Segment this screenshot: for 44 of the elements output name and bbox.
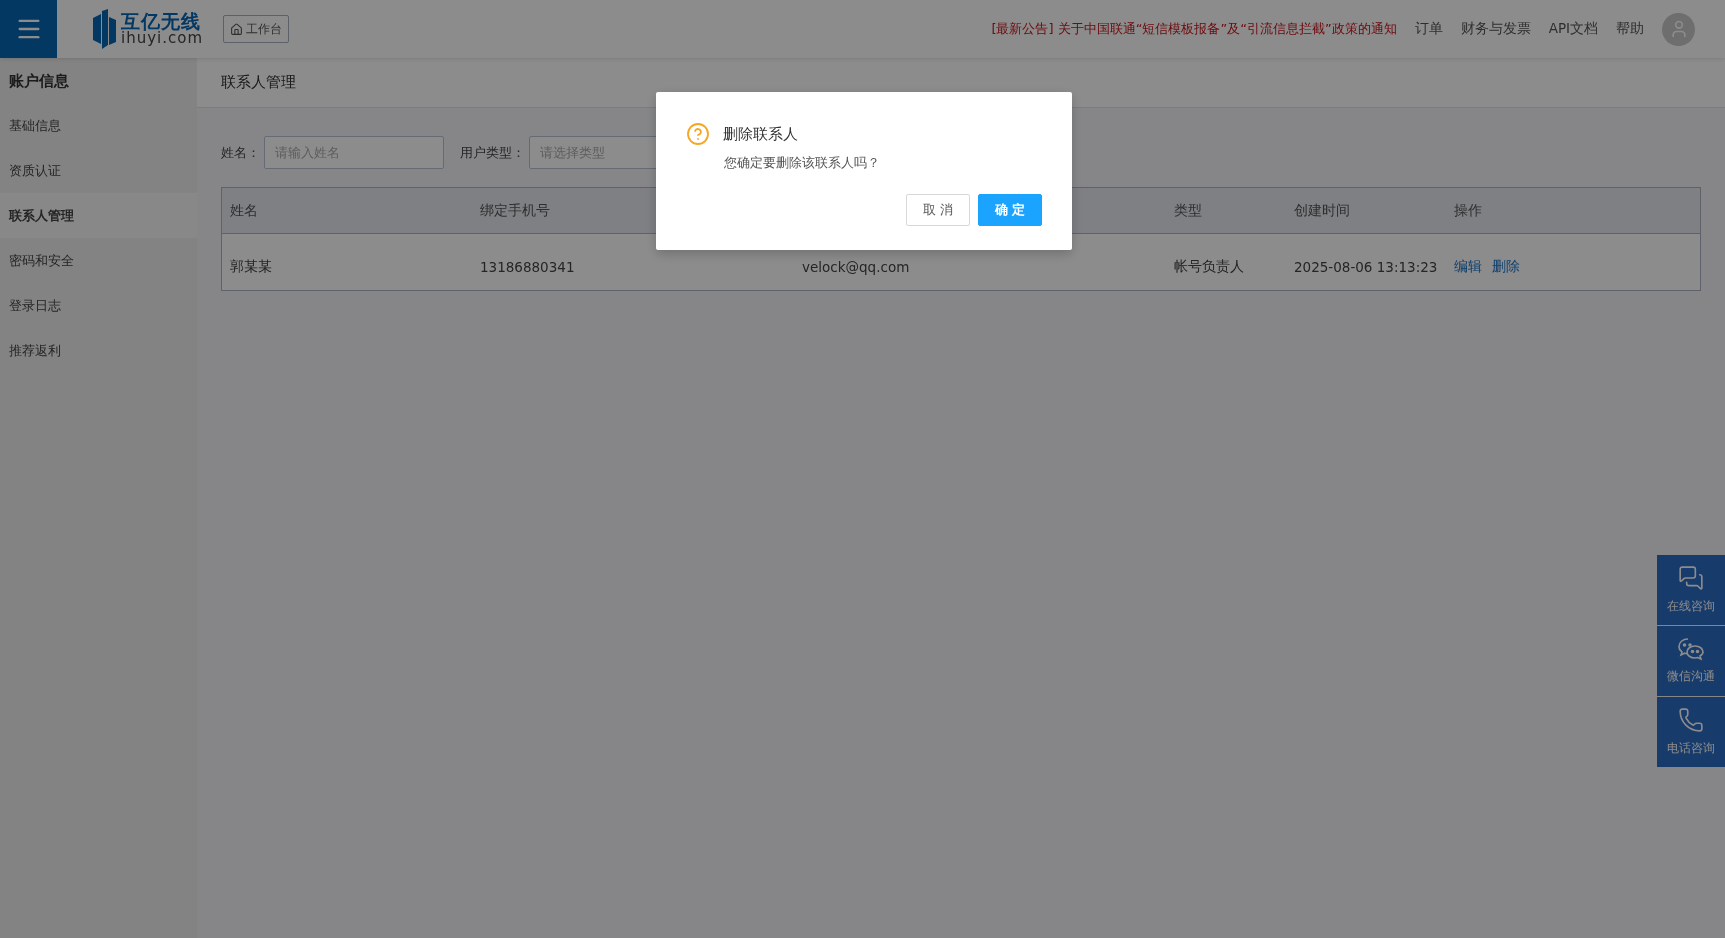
column-header: 类型 [1173,201,1203,220]
table-cell-text: 郭某某 [229,258,273,276]
chat-bubbles-icon [1677,637,1705,661]
dialog-title: 删除联系人 [723,124,798,144]
nav-link[interactable]: 财务与发票 [1460,20,1531,38]
dialog-message: 您确定要删除该联系人吗？ [724,155,881,172]
filter-label: 姓名： [221,143,260,162]
sidebar-item[interactable]: 资质认证 [0,148,197,193]
home-icon [230,22,244,36]
logo-domain: ihuyi.com [121,31,204,46]
column-header: 创建时间 [1293,201,1351,220]
logo-icon [91,9,117,49]
nav-link[interactable]: 帮助 [1616,20,1644,38]
sidebar-item[interactable]: 密码和安全 [0,238,197,283]
menu-button[interactable] [0,0,57,58]
nav-link[interactable]: 订单 [1414,20,1443,38]
row-action-link[interactable]: 删除 [1492,258,1520,276]
confirm-button[interactable]: 确 定 [978,194,1042,226]
logo-name: 互亿无线 [121,12,202,31]
question-icon [686,122,710,146]
sidebar-item[interactable]: 登录日志 [0,283,197,328]
phone-icon [1678,707,1704,733]
sidebar-item[interactable]: 基础信息 [0,103,197,148]
consult-button[interactable]: 电话咨询 [1657,697,1725,767]
page-title: 联系人管理 [221,73,296,92]
sidebar-title: 账户信息 [8,71,70,92]
table-cell-text: 2025-08-06 13:13:23 [1293,259,1439,275]
sidebar-item[interactable]: 联系人管理 [0,193,197,238]
table-cell-text: velock@qq.com [801,259,911,275]
notice-link[interactable]: [最新公告] 关于中国联通“短信模板报备”及“引流信息拦截”政策的通知 [991,20,1397,38]
nav-link[interactable]: API文档 [1548,20,1598,38]
column-header: 姓名 [229,201,259,220]
row-action-link[interactable]: 编辑 [1454,258,1482,276]
filter-label: 用户类型： [460,143,525,162]
sidebar-item[interactable]: 推荐返利 [0,328,197,373]
consult-button[interactable]: 在线咨询 [1657,555,1725,625]
workbench-button[interactable]: 工作台 [223,15,290,43]
cancel-button[interactable]: 取 消 [906,194,970,226]
chat-bubbles-icon [1678,565,1704,591]
column-header: 操作 [1453,201,1483,220]
consult-button[interactable]: 微信沟通 [1657,626,1725,696]
table-cell-text: 帐号负责人 [1173,258,1245,276]
table-cell-text: 13186880341 [479,259,576,275]
column-header: 绑定手机号 [479,201,551,220]
